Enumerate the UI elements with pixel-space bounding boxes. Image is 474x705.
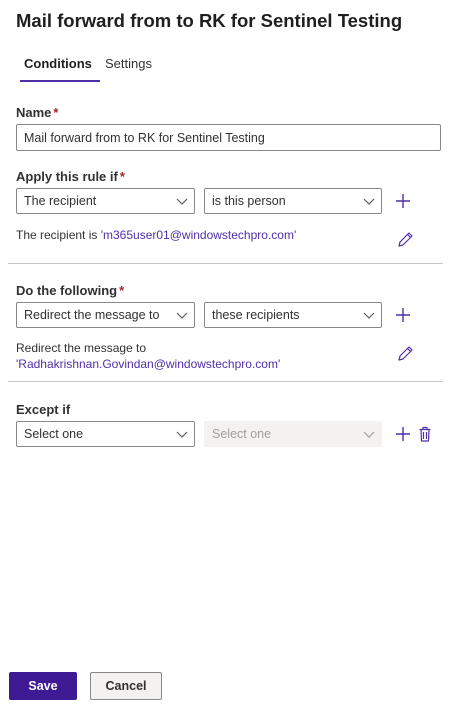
action-dropdown[interactable]: Redirect the message to	[16, 302, 195, 328]
action-target-value: these recipients	[212, 308, 300, 322]
condition-operator-value: is this person	[212, 194, 286, 208]
edit-condition-icon[interactable]	[396, 229, 416, 249]
action-summary-value: 'Radhakrishnan.Govindan@windowstechpro.c…	[16, 357, 281, 371]
condition-summary-prefix: The recipient is	[16, 228, 98, 242]
name-label-text: Name	[16, 105, 52, 120]
condition-summary-value: 'm365user01@windowstechpro.com'	[100, 228, 297, 242]
chevron-down-icon	[363, 312, 375, 319]
required-marker: *	[53, 105, 59, 120]
chevron-down-icon	[176, 312, 188, 319]
chevron-down-icon	[176, 431, 188, 438]
exception-operator-dropdown: Select one	[204, 421, 382, 447]
condition-summary: The recipient is 'm365user01@windowstech…	[16, 227, 296, 243]
section-divider	[8, 263, 443, 264]
save-button[interactable]: Save	[9, 672, 77, 700]
action-target-dropdown[interactable]: these recipients	[204, 302, 382, 328]
chevron-down-icon	[363, 198, 375, 205]
required-marker: *	[119, 169, 125, 184]
section-divider	[8, 381, 443, 382]
condition-dropdown[interactable]: The recipient	[16, 188, 195, 214]
add-exception-icon[interactable]	[393, 424, 413, 444]
do-following-label-text: Do the following	[16, 283, 118, 298]
action-dropdown-value: Redirect the message to	[24, 308, 160, 322]
action-summary: Redirect the message to 'Radhakrishnan.G…	[16, 340, 280, 372]
cancel-button[interactable]: Cancel	[90, 672, 162, 700]
chevron-down-icon	[176, 198, 188, 205]
required-marker: *	[119, 283, 125, 298]
edit-action-icon[interactable]	[396, 343, 416, 363]
tab-conditions[interactable]: Conditions	[24, 56, 92, 71]
add-action-icon[interactable]	[393, 305, 413, 325]
chevron-down-icon	[363, 431, 375, 438]
page-title: Mail forward from to RK for Sentinel Tes…	[16, 10, 403, 31]
condition-dropdown-value: The recipient	[24, 194, 97, 208]
active-tab-indicator	[20, 80, 100, 82]
condition-operator-dropdown[interactable]: is this person	[204, 188, 382, 214]
except-if-label: Except if	[16, 402, 71, 417]
apply-rule-label: Apply this rule if *	[16, 169, 125, 184]
apply-rule-label-text: Apply this rule if	[16, 169, 118, 184]
do-following-label: Do the following *	[16, 283, 124, 298]
action-summary-prefix: Redirect the message to	[16, 341, 147, 355]
name-label: Name *	[16, 105, 58, 120]
add-condition-icon[interactable]	[393, 191, 413, 211]
exception-operator-value: Select one	[212, 427, 272, 441]
tab-settings[interactable]: Settings	[105, 56, 152, 71]
name-input[interactable]	[16, 124, 441, 151]
delete-exception-icon[interactable]	[415, 424, 435, 444]
exception-dropdown[interactable]: Select one	[16, 421, 195, 447]
exception-dropdown-value: Select one	[24, 427, 84, 441]
